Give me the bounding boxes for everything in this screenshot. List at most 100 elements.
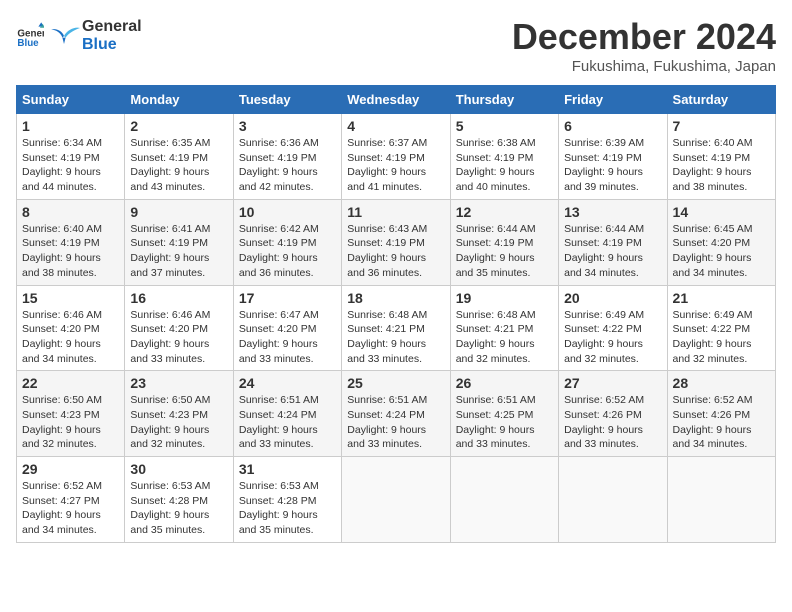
day-number: 9 [130, 204, 227, 220]
day-number: 14 [673, 204, 770, 220]
day-info: Sunrise: 6:39 AMSunset: 4:19 PMDaylight:… [564, 136, 661, 195]
week-row-1: 1 Sunrise: 6:34 AMSunset: 4:19 PMDayligh… [17, 114, 776, 200]
day-number: 11 [347, 204, 444, 220]
calendar-cell: 25 Sunrise: 6:51 AMSunset: 4:24 PMDaylig… [342, 371, 450, 457]
location-title: Fukushima, Fukushima, Japan [512, 58, 776, 75]
day-number: 7 [673, 118, 770, 134]
day-number: 3 [239, 118, 336, 134]
week-row-3: 15 Sunrise: 6:46 AMSunset: 4:20 PMDaylig… [17, 285, 776, 371]
calendar-cell: 9 Sunrise: 6:41 AMSunset: 4:19 PMDayligh… [125, 199, 233, 285]
calendar-cell: 27 Sunrise: 6:52 AMSunset: 4:26 PMDaylig… [559, 371, 667, 457]
calendar-cell [342, 457, 450, 543]
day-info: Sunrise: 6:52 AMSunset: 4:26 PMDaylight:… [673, 393, 770, 452]
day-info: Sunrise: 6:36 AMSunset: 4:19 PMDaylight:… [239, 136, 336, 195]
day-info: Sunrise: 6:35 AMSunset: 4:19 PMDaylight:… [130, 136, 227, 195]
day-info: Sunrise: 6:40 AMSunset: 4:19 PMDaylight:… [673, 136, 770, 195]
day-info: Sunrise: 6:52 AMSunset: 4:27 PMDaylight:… [22, 479, 119, 538]
logo-general-text: General [82, 18, 142, 36]
day-number: 22 [22, 375, 119, 391]
calendar-cell: 12 Sunrise: 6:44 AMSunset: 4:19 PMDaylig… [450, 199, 558, 285]
day-number: 16 [130, 290, 227, 306]
day-info: Sunrise: 6:46 AMSunset: 4:20 PMDaylight:… [130, 308, 227, 367]
day-number: 12 [456, 204, 553, 220]
calendar-cell: 19 Sunrise: 6:48 AMSunset: 4:21 PMDaylig… [450, 285, 558, 371]
weekday-header-monday: Monday [125, 86, 233, 114]
day-info: Sunrise: 6:53 AMSunset: 4:28 PMDaylight:… [130, 479, 227, 538]
day-number: 24 [239, 375, 336, 391]
day-number: 25 [347, 375, 444, 391]
calendar-cell: 26 Sunrise: 6:51 AMSunset: 4:25 PMDaylig… [450, 371, 558, 457]
calendar-cell: 10 Sunrise: 6:42 AMSunset: 4:19 PMDaylig… [233, 199, 341, 285]
day-number: 20 [564, 290, 661, 306]
calendar-cell: 28 Sunrise: 6:52 AMSunset: 4:26 PMDaylig… [667, 371, 775, 457]
calendar-cell: 3 Sunrise: 6:36 AMSunset: 4:19 PMDayligh… [233, 114, 341, 200]
day-info: Sunrise: 6:50 AMSunset: 4:23 PMDaylight:… [130, 393, 227, 452]
weekday-header-saturday: Saturday [667, 86, 775, 114]
calendar-cell: 2 Sunrise: 6:35 AMSunset: 4:19 PMDayligh… [125, 114, 233, 200]
day-number: 18 [347, 290, 444, 306]
day-info: Sunrise: 6:51 AMSunset: 4:24 PMDaylight:… [347, 393, 444, 452]
day-info: Sunrise: 6:48 AMSunset: 4:21 PMDaylight:… [347, 308, 444, 367]
day-number: 29 [22, 461, 119, 477]
month-title: December 2024 [512, 16, 776, 58]
calendar-cell: 23 Sunrise: 6:50 AMSunset: 4:23 PMDaylig… [125, 371, 233, 457]
calendar-cell [450, 457, 558, 543]
day-info: Sunrise: 6:44 AMSunset: 4:19 PMDaylight:… [456, 222, 553, 281]
calendar-cell [667, 457, 775, 543]
logo-blue-text: Blue [82, 36, 142, 54]
logo-icon: General Blue [16, 21, 44, 49]
day-number: 28 [673, 375, 770, 391]
day-number: 23 [130, 375, 227, 391]
calendar-cell: 15 Sunrise: 6:46 AMSunset: 4:20 PMDaylig… [17, 285, 125, 371]
day-number: 10 [239, 204, 336, 220]
calendar-cell: 1 Sunrise: 6:34 AMSunset: 4:19 PMDayligh… [17, 114, 125, 200]
week-row-5: 29 Sunrise: 6:52 AMSunset: 4:27 PMDaylig… [17, 457, 776, 543]
week-row-4: 22 Sunrise: 6:50 AMSunset: 4:23 PMDaylig… [17, 371, 776, 457]
calendar-cell: 29 Sunrise: 6:52 AMSunset: 4:27 PMDaylig… [17, 457, 125, 543]
day-info: Sunrise: 6:37 AMSunset: 4:19 PMDaylight:… [347, 136, 444, 195]
day-info: Sunrise: 6:48 AMSunset: 4:21 PMDaylight:… [456, 308, 553, 367]
day-info: Sunrise: 6:51 AMSunset: 4:24 PMDaylight:… [239, 393, 336, 452]
day-info: Sunrise: 6:44 AMSunset: 4:19 PMDaylight:… [564, 222, 661, 281]
calendar-cell: 31 Sunrise: 6:53 AMSunset: 4:28 PMDaylig… [233, 457, 341, 543]
calendar-cell: 5 Sunrise: 6:38 AMSunset: 4:19 PMDayligh… [450, 114, 558, 200]
day-info: Sunrise: 6:41 AMSunset: 4:19 PMDaylight:… [130, 222, 227, 281]
calendar-cell: 30 Sunrise: 6:53 AMSunset: 4:28 PMDaylig… [125, 457, 233, 543]
day-info: Sunrise: 6:47 AMSunset: 4:20 PMDaylight:… [239, 308, 336, 367]
calendar-cell: 17 Sunrise: 6:47 AMSunset: 4:20 PMDaylig… [233, 285, 341, 371]
calendar-cell [559, 457, 667, 543]
day-number: 21 [673, 290, 770, 306]
calendar-cell: 14 Sunrise: 6:45 AMSunset: 4:20 PMDaylig… [667, 199, 775, 285]
calendar-cell: 24 Sunrise: 6:51 AMSunset: 4:24 PMDaylig… [233, 371, 341, 457]
day-info: Sunrise: 6:40 AMSunset: 4:19 PMDaylight:… [22, 222, 119, 281]
calendar-cell: 21 Sunrise: 6:49 AMSunset: 4:22 PMDaylig… [667, 285, 775, 371]
day-info: Sunrise: 6:42 AMSunset: 4:19 PMDaylight:… [239, 222, 336, 281]
weekday-header-row: SundayMondayTuesdayWednesdayThursdayFrid… [17, 86, 776, 114]
day-number: 5 [456, 118, 553, 134]
day-number: 31 [239, 461, 336, 477]
day-number: 19 [456, 290, 553, 306]
day-number: 13 [564, 204, 661, 220]
calendar-cell: 22 Sunrise: 6:50 AMSunset: 4:23 PMDaylig… [17, 371, 125, 457]
day-info: Sunrise: 6:53 AMSunset: 4:28 PMDaylight:… [239, 479, 336, 538]
day-info: Sunrise: 6:43 AMSunset: 4:19 PMDaylight:… [347, 222, 444, 281]
logo: General Blue General Blue [16, 16, 142, 53]
calendar-cell: 7 Sunrise: 6:40 AMSunset: 4:19 PMDayligh… [667, 114, 775, 200]
weekday-header-sunday: Sunday [17, 86, 125, 114]
weekday-header-thursday: Thursday [450, 86, 558, 114]
logo-bird-icon [48, 20, 80, 52]
calendar-cell: 4 Sunrise: 6:37 AMSunset: 4:19 PMDayligh… [342, 114, 450, 200]
day-info: Sunrise: 6:49 AMSunset: 4:22 PMDaylight:… [673, 308, 770, 367]
calendar-cell: 16 Sunrise: 6:46 AMSunset: 4:20 PMDaylig… [125, 285, 233, 371]
day-number: 2 [130, 118, 227, 134]
day-info: Sunrise: 6:45 AMSunset: 4:20 PMDaylight:… [673, 222, 770, 281]
day-number: 6 [564, 118, 661, 134]
day-info: Sunrise: 6:52 AMSunset: 4:26 PMDaylight:… [564, 393, 661, 452]
calendar-cell: 13 Sunrise: 6:44 AMSunset: 4:19 PMDaylig… [559, 199, 667, 285]
day-info: Sunrise: 6:49 AMSunset: 4:22 PMDaylight:… [564, 308, 661, 367]
calendar-cell: 20 Sunrise: 6:49 AMSunset: 4:22 PMDaylig… [559, 285, 667, 371]
day-number: 30 [130, 461, 227, 477]
day-number: 17 [239, 290, 336, 306]
day-info: Sunrise: 6:51 AMSunset: 4:25 PMDaylight:… [456, 393, 553, 452]
weekday-header-friday: Friday [559, 86, 667, 114]
